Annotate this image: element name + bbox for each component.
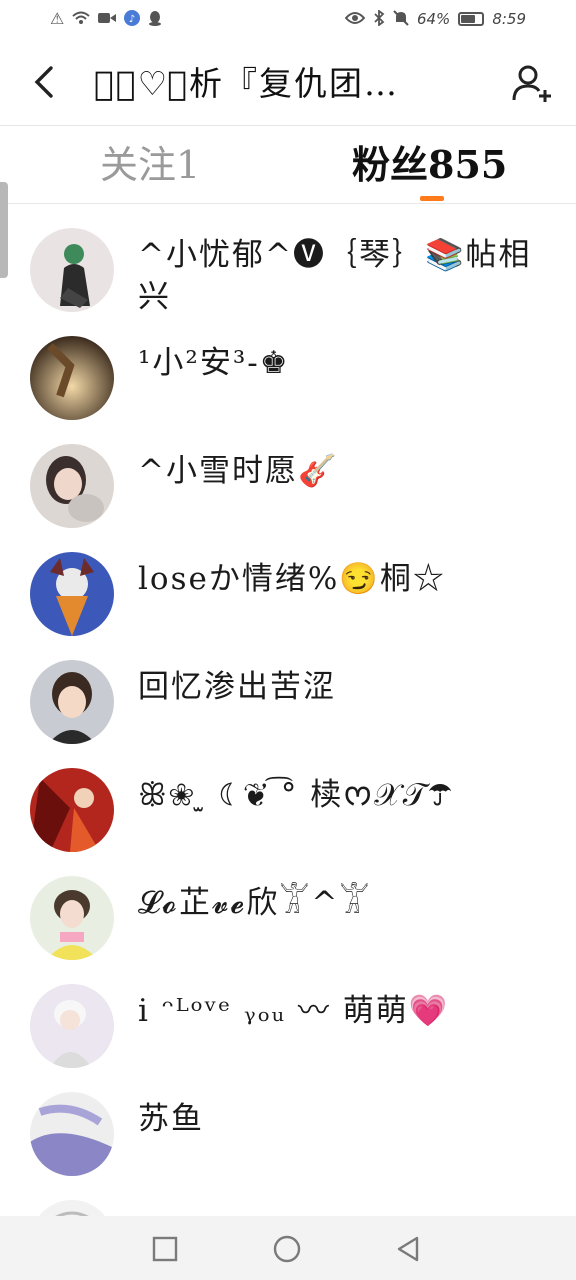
list-item[interactable]: ꕥ❀ ̫ ☾❦ ͡° 椟ᰔ𝒳𝒯☂ bbox=[0, 746, 576, 854]
bluetooth-icon bbox=[373, 8, 385, 29]
recents-button[interactable] bbox=[150, 1234, 180, 1264]
tab-followers[interactable]: 粉丝855 bbox=[352, 140, 507, 190]
battery-percent: 64% bbox=[416, 10, 451, 28]
back-button[interactable] bbox=[22, 60, 66, 104]
wifi-icon bbox=[72, 11, 91, 28]
list-item[interactable]: ¹小²安³-♚ bbox=[0, 314, 576, 422]
qq-icon bbox=[148, 10, 162, 29]
follower-name: i ᵔᴸᵒᵛᵉ ᵧₒᵤ 〰 萌萌💗 bbox=[138, 993, 450, 1029]
avatar[interactable] bbox=[30, 984, 114, 1068]
back-nav-button[interactable] bbox=[394, 1234, 424, 1264]
list-item[interactable]: ^小忧郁^🅥｛琴｝📚帖相兴 bbox=[0, 206, 576, 315]
eye-icon bbox=[344, 11, 366, 28]
home-button[interactable] bbox=[272, 1234, 302, 1264]
follower-name: ^小忧郁^🅥｛琴｝📚帖相兴 bbox=[138, 237, 532, 315]
page-title: ✏𝓜♡ூ析『复仇团… bbox=[94, 64, 399, 103]
avatar[interactable] bbox=[30, 768, 114, 852]
list-item[interactable]: 𝓛𝓸芷𝓿𝓮欣𓀠^𓀠 bbox=[0, 854, 576, 962]
list-item[interactable]: 苏鱼 bbox=[0, 1070, 576, 1178]
status-bar: ⚠ ♪ 64% 8:59 bbox=[0, 0, 576, 38]
list-item[interactable]: i ᵔᴸᵒᵛᵉ ᵧₒᵤ 〰 萌萌💗 bbox=[0, 962, 576, 1070]
mute-icon bbox=[393, 9, 409, 29]
list-item[interactable]: loseか情绪%😏桐☆ bbox=[0, 530, 576, 638]
battery-icon bbox=[458, 12, 485, 26]
follower-name: ꕥ❀ ̫ ☾❦ ͡° 椟ᰔ𝒳𝒯☂ bbox=[138, 777, 454, 813]
square-icon bbox=[152, 1236, 178, 1262]
follower-name: loseか情绪%😏桐☆ bbox=[138, 561, 446, 597]
avatar[interactable] bbox=[30, 228, 114, 312]
status-left-icons: ⚠ ♪ bbox=[50, 9, 162, 29]
tab-active-indicator bbox=[420, 196, 444, 201]
back-icon bbox=[34, 66, 53, 98]
list-item[interactable]: ^小雪时愿🎸 bbox=[0, 422, 576, 530]
circle-icon bbox=[273, 1235, 301, 1263]
avatar[interactable] bbox=[30, 336, 114, 420]
status-right-icons: 64% 8:59 bbox=[344, 8, 526, 29]
follower-name: 苏鱼 bbox=[138, 1101, 204, 1137]
avatar[interactable] bbox=[30, 1200, 114, 1216]
svg-text:♪: ♪ bbox=[129, 14, 135, 25]
avatar[interactable] bbox=[30, 444, 114, 528]
header: ✏𝓜♡ூ析『复仇团… bbox=[0, 40, 576, 126]
follower-name: ¹小²安³-♚ bbox=[138, 345, 290, 381]
clock: 8:59 bbox=[492, 10, 526, 28]
avatar[interactable] bbox=[30, 552, 114, 636]
navigation-bar bbox=[0, 1216, 576, 1280]
avatar[interactable] bbox=[30, 876, 114, 960]
avatar[interactable] bbox=[30, 1092, 114, 1176]
list-item[interactable]: 回忆渗出苦涩 bbox=[0, 638, 576, 746]
avatar[interactable] bbox=[30, 660, 114, 744]
triangle-back-icon bbox=[397, 1236, 419, 1262]
video-icon bbox=[98, 11, 117, 27]
follower-name: 𝓛𝓸芷𝓿𝓮欣𓀠^𓀠 bbox=[138, 885, 372, 921]
follower-list[interactable]: ^小忧郁^🅥｛琴｝📚帖相兴 ¹小²安³-♚ ^小雪时愿🎸 loseか情绪%😏桐☆… bbox=[0, 206, 576, 1216]
tab-following[interactable]: 关注1 bbox=[100, 140, 200, 190]
follower-name: 回忆渗出苦涩 bbox=[138, 669, 336, 705]
alert-icon: ⚠ bbox=[50, 9, 65, 28]
list-item[interactable] bbox=[0, 1178, 576, 1216]
add-user-button[interactable] bbox=[510, 62, 554, 106]
follower-name: ^小雪时愿🎸 bbox=[138, 453, 339, 489]
add-user-icon bbox=[512, 65, 551, 102]
tab-bar: 关注1 粉丝855 bbox=[0, 126, 576, 204]
music-icon: ♪ bbox=[124, 9, 141, 29]
